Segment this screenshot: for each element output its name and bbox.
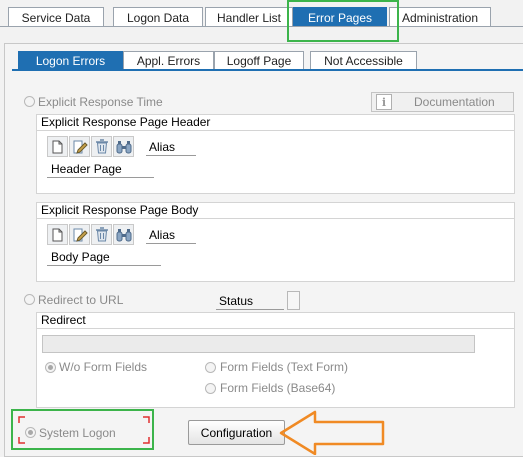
form-fields-text-label: Form Fields (Text Form)	[220, 360, 349, 374]
without-form-fields-label: W/o Form Fields	[59, 360, 148, 374]
binoculars-icon	[116, 228, 131, 241]
subtab-label: Appl. Errors	[136, 54, 201, 68]
body-alias-label: Alias	[149, 228, 176, 242]
redirect-url-radio[interactable]	[24, 294, 35, 305]
system-logon-radio[interactable]	[25, 427, 36, 438]
tab-logon-data[interactable]: Logon Data	[113, 7, 203, 27]
body-toolbar	[47, 224, 135, 246]
tab-label: Handler List	[216, 10, 282, 25]
redirect-url-label: Redirect to URL	[38, 293, 124, 307]
new-header-button[interactable]	[47, 136, 68, 157]
form-fields-base64-radio[interactable]	[205, 383, 216, 394]
body-page-field[interactable]	[47, 265, 161, 266]
body-alias-field[interactable]	[146, 243, 196, 244]
body-page-label: Body Page	[51, 250, 110, 264]
header-alias-label: Alias	[149, 140, 176, 154]
info-icon: i	[376, 94, 392, 110]
tab-service-data[interactable]: Service Data	[8, 7, 104, 27]
subtab-not-accessible[interactable]: Not Accessible	[310, 51, 417, 70]
delete-trash-icon	[95, 227, 108, 242]
display-header-button[interactable]	[113, 136, 134, 157]
tab-handler-list[interactable]: Handler List	[205, 7, 293, 27]
error-pages-highlight	[287, 0, 399, 42]
new-document-icon	[52, 228, 63, 241]
edit-pencil-icon	[73, 140, 88, 154]
display-body-button[interactable]	[113, 224, 134, 245]
configuration-button[interactable]: Configuration	[188, 420, 285, 445]
explicit-response-label: Explicit Response Time	[38, 95, 163, 109]
tab-strip-divider	[0, 26, 523, 27]
subtab-label: Not Accessible	[324, 54, 403, 68]
subtab-logoff-page[interactable]: Logoff Page	[214, 51, 304, 70]
subtab-appl-errors[interactable]: Appl. Errors	[123, 51, 214, 70]
explicit-header-title: Explicit Response Page Header	[37, 115, 514, 131]
explicit-body-title: Explicit Response Page Body	[37, 203, 514, 219]
edit-header-button[interactable]	[69, 136, 90, 157]
redirect-title: Redirect	[37, 313, 514, 329]
status-field[interactable]	[287, 291, 300, 310]
redirect-url-input[interactable]	[42, 335, 475, 353]
subtab-label: Logon Errors	[35, 54, 106, 68]
tab-label: Service Data	[21, 10, 91, 25]
binoculars-icon	[116, 140, 131, 153]
tab-label: Administration	[401, 10, 479, 25]
status-underline	[216, 309, 284, 310]
new-document-icon	[52, 140, 63, 153]
header-toolbar	[47, 136, 135, 158]
documentation-button[interactable]: i Documentation	[371, 92, 514, 112]
subtab-divider	[12, 69, 523, 71]
delete-body-button[interactable]	[91, 224, 112, 245]
tab-label: Logon Data	[126, 10, 190, 25]
delete-trash-icon	[95, 139, 108, 154]
new-body-button[interactable]	[47, 224, 68, 245]
orange-arrow-annotation	[279, 410, 385, 455]
edit-body-button[interactable]	[69, 224, 90, 245]
system-logon-label: System Logon	[39, 426, 116, 440]
form-fields-base64-label: Form Fields (Base64)	[220, 381, 336, 395]
explicit-response-radio[interactable]	[24, 96, 35, 107]
header-page-field[interactable]	[47, 177, 154, 178]
documentation-label: Documentation	[414, 95, 495, 109]
tab-administration[interactable]: Administration	[389, 7, 491, 27]
subtab-logon-errors[interactable]: Logon Errors	[18, 51, 123, 70]
configuration-label: Configuration	[200, 425, 273, 440]
without-form-fields-radio[interactable]	[45, 362, 56, 373]
form-fields-text-radio[interactable]	[205, 362, 216, 373]
status-label: Status	[219, 294, 254, 308]
subtab-label: Logoff Page	[226, 54, 292, 68]
header-alias-field[interactable]	[146, 155, 196, 156]
edit-pencil-icon	[73, 228, 88, 242]
header-page-label: Header Page	[51, 162, 122, 176]
delete-header-button[interactable]	[91, 136, 112, 157]
